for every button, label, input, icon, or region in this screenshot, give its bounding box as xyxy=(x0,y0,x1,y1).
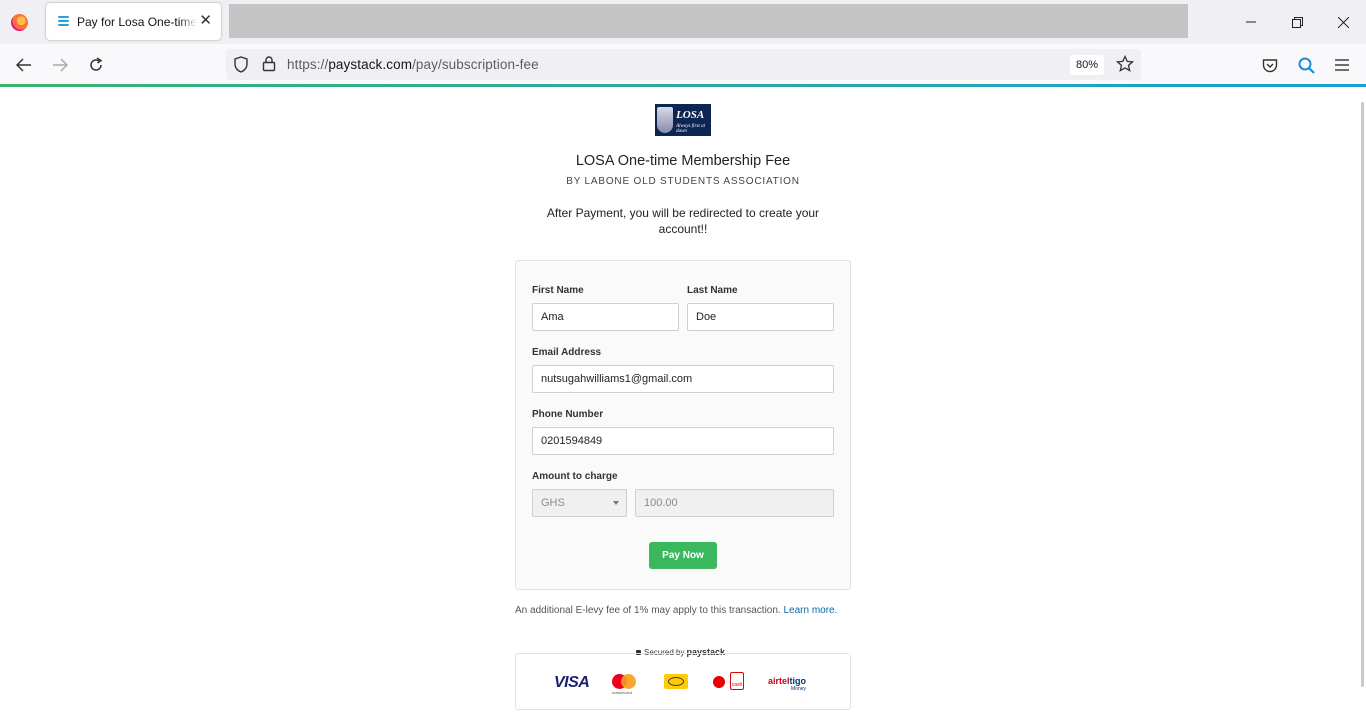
hamburger-menu-icon[interactable] xyxy=(1330,53,1354,77)
mastercard-label: mastercard xyxy=(612,690,633,695)
amount-label: Amount to charge xyxy=(532,471,618,482)
mastercard-logo: mastercard xyxy=(612,674,636,696)
first-name-label: First Name xyxy=(532,285,584,296)
last-name-input[interactable]: Doe xyxy=(687,303,834,331)
restore-icon[interactable] xyxy=(1287,12,1307,32)
tab-strip-blank xyxy=(229,4,1188,38)
address-bar[interactable]: https://paystack.com/pay/subscription-fe… xyxy=(226,49,1141,80)
e-levy-notice: An additional E-levy fee of 1% may apply… xyxy=(515,605,837,616)
search-icon[interactable] xyxy=(1294,53,1318,77)
logo-text: LOSA xyxy=(676,109,705,121)
amount-input[interactable]: 100.00 xyxy=(635,489,834,517)
minimize-icon[interactable] xyxy=(1241,12,1261,32)
phone-label: Phone Number xyxy=(532,409,604,420)
mtn-momo-logo xyxy=(664,674,688,689)
currency-value: GHS xyxy=(541,497,565,509)
tigo-label: tigo xyxy=(789,676,807,686)
reload-icon[interactable] xyxy=(84,53,108,77)
browser-tab-strip: Pay for Losa One-time Membership Fee ✕ xyxy=(0,0,1366,44)
chevron-down-icon xyxy=(613,501,619,505)
url-scheme: https:// xyxy=(287,57,329,72)
vodafone-cash-logo: cash xyxy=(730,672,744,690)
learn-more-link[interactable]: Learn more. xyxy=(783,605,837,616)
page-content: LOSA Always first at dawn LOSA One-time … xyxy=(0,87,1366,728)
merchant-name: BY LABONE OLD STUDENTS ASSOCIATION xyxy=(566,176,800,187)
payment-form: First Name Ama Last Name Doe Email Addre… xyxy=(515,260,851,590)
money-label: Money xyxy=(791,686,807,692)
active-tab[interactable]: Pay for Losa One-time Membership Fee ✕ xyxy=(46,3,221,40)
url-text[interactable]: https://paystack.com/pay/subscription-fe… xyxy=(287,57,539,72)
navigation-toolbar: https://paystack.com/pay/subscription-fe… xyxy=(0,44,1366,85)
email-input[interactable]: nutsugahwilliams1@gmail.com xyxy=(532,365,834,393)
redirect-note: After Payment, you will be redirected to… xyxy=(546,206,820,236)
vodafone-logo xyxy=(713,676,725,688)
airtel-label: airtel xyxy=(768,676,790,686)
page-title: LOSA One-time Membership Fee xyxy=(575,153,791,169)
pay-now-button[interactable]: Pay Now xyxy=(649,542,717,569)
lock-icon[interactable] xyxy=(262,55,276,77)
losa-logo: LOSA Always first at dawn xyxy=(655,104,711,136)
close-tab-icon[interactable]: ✕ xyxy=(199,13,212,29)
currency-select[interactable]: GHS xyxy=(532,489,627,517)
forward-icon[interactable] xyxy=(48,53,72,77)
logo-motto: Always first at dawn xyxy=(676,124,705,134)
url-path: /pay/subscription-fee xyxy=(412,57,539,72)
page-favicon-icon xyxy=(58,15,69,28)
url-host: paystack.com xyxy=(328,57,413,72)
visa-logo: VISA xyxy=(554,674,590,691)
bookmark-star-icon[interactable] xyxy=(1115,54,1135,78)
payment-methods: VISA mastercard cash airteltigo Money xyxy=(515,653,851,710)
close-window-icon[interactable] xyxy=(1333,12,1353,32)
phone-input[interactable]: 0201594849 xyxy=(532,427,834,455)
firefox-icon[interactable] xyxy=(11,14,28,31)
first-name-input[interactable]: Ama xyxy=(532,303,679,331)
page-scrollbar[interactable] xyxy=(1361,102,1364,687)
pocket-icon[interactable] xyxy=(1258,53,1282,77)
tab-title: Pay for Losa One-time Membership Fee xyxy=(77,14,197,29)
tracking-shield-icon[interactable] xyxy=(233,56,249,78)
airteltigo-money-logo: airteltigo Money xyxy=(768,676,806,692)
levy-text: An additional E-levy fee of 1% may apply… xyxy=(515,605,781,616)
back-icon[interactable] xyxy=(12,53,36,77)
crest-icon xyxy=(657,107,674,133)
zoom-level-badge[interactable]: 80% xyxy=(1070,55,1104,75)
email-label: Email Address xyxy=(532,347,602,358)
last-name-label: Last Name xyxy=(687,285,738,296)
